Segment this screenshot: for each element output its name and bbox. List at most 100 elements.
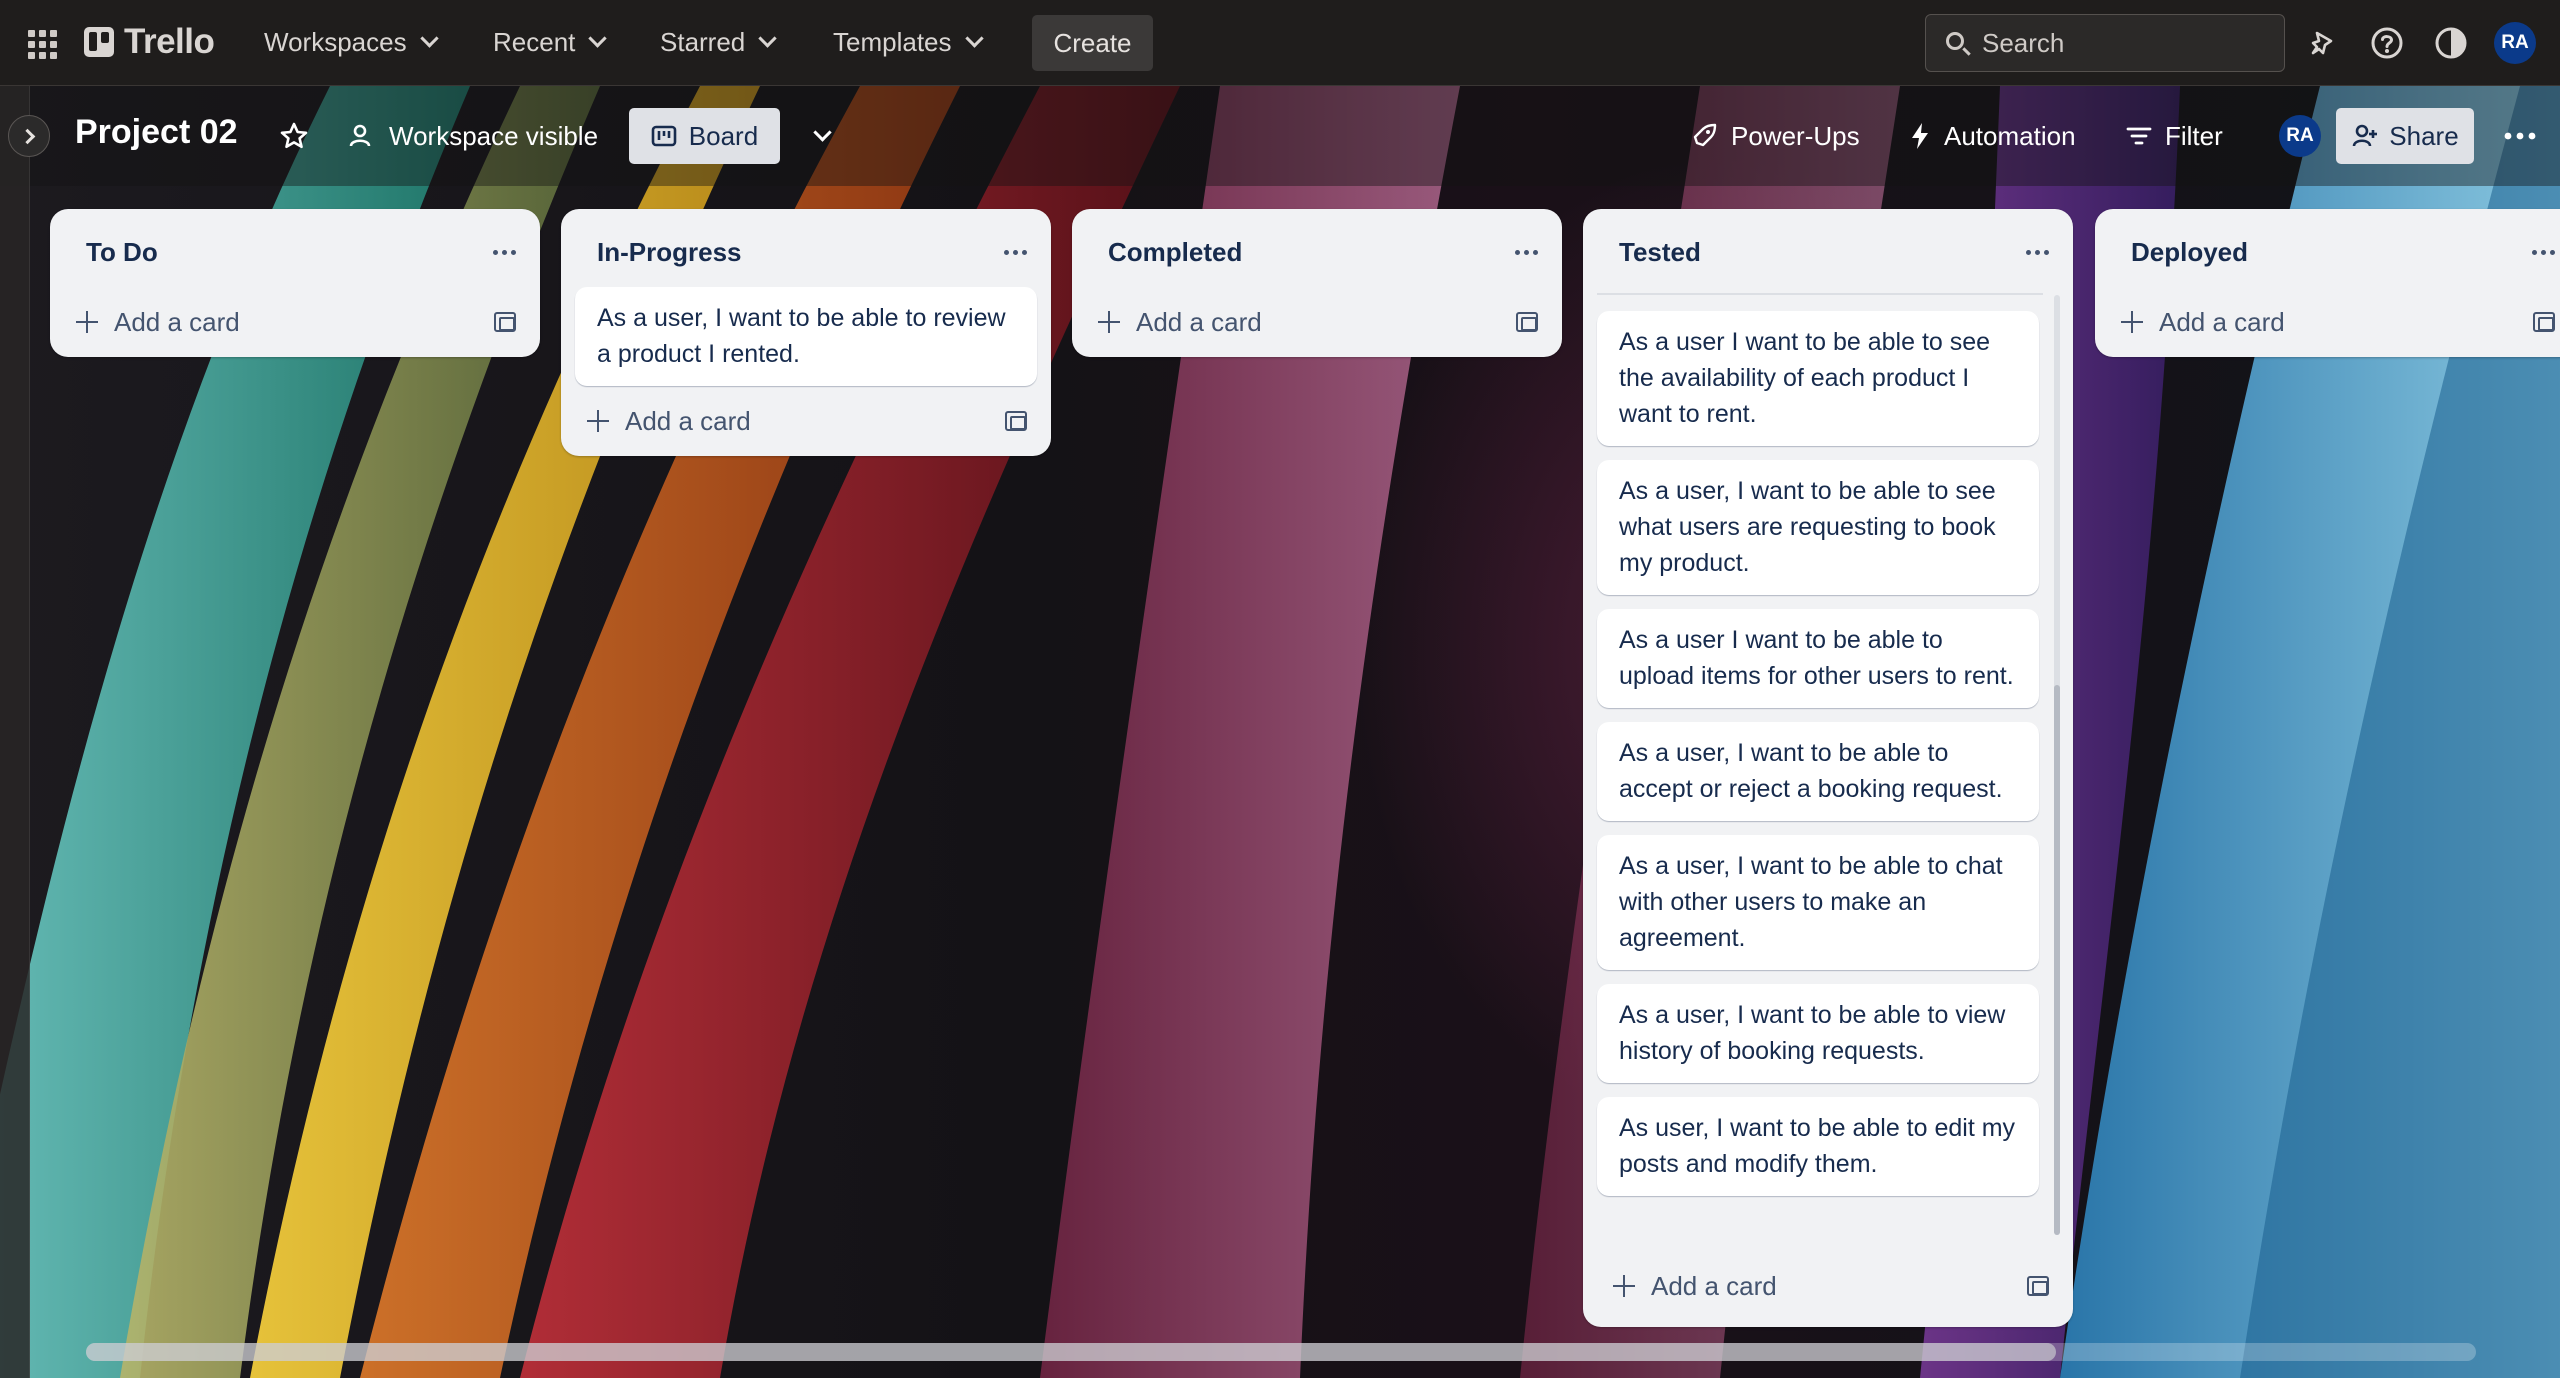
- card[interactable]: As a user, I want to be able to chat wit…: [1597, 835, 2039, 970]
- list-in-progress: In-Progress As a user, I want to be able…: [561, 209, 1051, 456]
- help-icon[interactable]: [2366, 22, 2408, 64]
- theme-icon[interactable]: [2430, 22, 2472, 64]
- list-menu-icon[interactable]: [1515, 249, 1538, 255]
- chevron-right-icon: [19, 128, 35, 144]
- list-header: Completed: [1072, 209, 1562, 295]
- add-card-label: Add a card: [2159, 306, 2285, 337]
- plus-icon: [1613, 1275, 1635, 1297]
- workspaces-menu[interactable]: Workspaces: [252, 16, 448, 68]
- search-input[interactable]: Search: [1925, 14, 2285, 72]
- more-icon: [2504, 132, 2536, 140]
- templates-menu[interactable]: Templates: [821, 16, 993, 68]
- card[interactable]: As user, I want to be able to edit my po…: [1597, 1097, 2039, 1196]
- list-header: To Do: [50, 209, 540, 295]
- rocket-icon: [1693, 123, 1717, 147]
- list-title[interactable]: Completed: [1108, 237, 1242, 268]
- visibility-button[interactable]: Workspace visible: [333, 108, 612, 164]
- plus-icon: [2121, 311, 2143, 333]
- list-title[interactable]: Deployed: [2131, 237, 2248, 268]
- power-ups-label: Power-Ups: [1731, 120, 1860, 151]
- chevron-down-icon: [758, 28, 777, 48]
- scrolled-card-edge: [1597, 289, 2043, 295]
- card-template-icon[interactable]: [494, 312, 516, 332]
- list-scrollbar-thumb[interactable]: [2054, 685, 2060, 1235]
- trello-logo[interactable]: Trello: [84, 22, 215, 62]
- add-card-button[interactable]: Add a card: [76, 307, 240, 338]
- notifications-icon[interactable]: [2302, 22, 2344, 64]
- account-avatar[interactable]: RA: [2494, 22, 2536, 64]
- filter-icon: [2126, 127, 2152, 145]
- search-placeholder: Search: [1982, 27, 2065, 58]
- card[interactable]: As a user I want to be able to see the a…: [1597, 311, 2039, 446]
- add-card-row: Add a card: [2095, 287, 2560, 357]
- board-scrollbar-thumb[interactable]: [86, 1343, 2056, 1361]
- recent-label: Recent: [493, 26, 576, 57]
- list-to-do: To Do Add a card: [50, 209, 540, 357]
- visibility-label: Workspace visible: [389, 120, 599, 151]
- list-menu-icon[interactable]: [2026, 249, 2049, 255]
- chevron-down-icon: [588, 28, 608, 48]
- board-view-button[interactable]: Board: [629, 108, 780, 164]
- app-switcher-icon[interactable]: [22, 24, 62, 64]
- workspaces-label: Workspaces: [264, 26, 407, 57]
- templates-label: Templates: [833, 26, 952, 57]
- add-card-button[interactable]: Add a card: [1098, 307, 1262, 338]
- logo-text: Trello: [124, 22, 215, 61]
- add-card-button[interactable]: Add a card: [1613, 1271, 1777, 1302]
- card-template-icon[interactable]: [2027, 1276, 2049, 1296]
- list-menu-icon[interactable]: [1004, 249, 1027, 255]
- filter-button[interactable]: Filter: [2111, 108, 2237, 164]
- board-member-avatar[interactable]: RA: [2279, 115, 2321, 157]
- add-card-label: Add a card: [625, 405, 751, 436]
- add-card-row: Add a card: [1583, 1251, 2073, 1321]
- card[interactable]: As a user, I want to be able to see what…: [1597, 460, 2039, 595]
- chevron-down-icon: [813, 122, 832, 142]
- board-menu-button[interactable]: [2490, 108, 2550, 164]
- card[interactable]: As a user, I want to be able to accept o…: [1597, 722, 2039, 821]
- board-horizontal-scrollbar[interactable]: [86, 1343, 2476, 1361]
- add-card-row: Add a card: [1072, 287, 1562, 357]
- card-template-icon[interactable]: [1005, 411, 1027, 431]
- expand-sidebar-button[interactable]: [8, 115, 50, 157]
- starred-menu[interactable]: Starred: [648, 16, 786, 68]
- list-deployed: Deployed Add a card: [2095, 209, 2560, 357]
- share-button[interactable]: Share: [2336, 108, 2474, 164]
- star-board-button[interactable]: [265, 108, 323, 164]
- add-card-button[interactable]: Add a card: [587, 406, 751, 437]
- list-menu-icon[interactable]: [2532, 249, 2555, 255]
- add-member-icon: [2352, 124, 2378, 147]
- collapsed-sidebar: [0, 86, 30, 1378]
- list-tested: Tested As a user I want to be able to se…: [1583, 209, 2073, 1327]
- plus-icon: [76, 311, 98, 333]
- views-dropdown-button[interactable]: [796, 108, 843, 164]
- list-title[interactable]: Tested: [1619, 237, 1701, 268]
- card[interactable]: As a user, I want to be able to view his…: [1597, 984, 2039, 1083]
- star-icon: [280, 122, 308, 149]
- list-title[interactable]: To Do: [86, 237, 158, 268]
- filter-label: Filter: [2165, 120, 2223, 151]
- add-card-row: Add a card: [561, 386, 1051, 456]
- list-completed: Completed Add a card: [1072, 209, 1562, 357]
- recent-menu[interactable]: Recent: [481, 16, 616, 68]
- automation-button[interactable]: Automation: [1894, 108, 2090, 164]
- top-navigation: Trello Workspaces Recent Starred Templat…: [0, 0, 2560, 86]
- list-menu-icon[interactable]: [493, 249, 516, 255]
- list-header: Deployed: [2095, 209, 2560, 295]
- board-title[interactable]: Project 02: [75, 113, 238, 152]
- list-scrollbar[interactable]: [2054, 295, 2060, 1235]
- add-card-label: Add a card: [1651, 1270, 1777, 1301]
- card[interactable]: As a user, I want to be able to review a…: [575, 287, 1037, 386]
- lightning-icon: [1912, 123, 1928, 149]
- card-template-icon[interactable]: [2533, 312, 2555, 332]
- plus-icon: [587, 410, 609, 432]
- power-ups-button[interactable]: Power-Ups: [1675, 108, 1874, 164]
- create-button[interactable]: Create: [1032, 15, 1153, 71]
- card-template-icon[interactable]: [1516, 312, 1538, 332]
- people-icon: [349, 124, 371, 147]
- list-title[interactable]: In-Progress: [597, 237, 742, 268]
- list-header: Tested: [1583, 209, 2073, 295]
- starred-label: Starred: [660, 26, 746, 57]
- card-list: As a user I want to be able to see the a…: [1583, 311, 2073, 1196]
- card[interactable]: As a user I want to be able to upload it…: [1597, 609, 2039, 708]
- add-card-button[interactable]: Add a card: [2121, 307, 2285, 338]
